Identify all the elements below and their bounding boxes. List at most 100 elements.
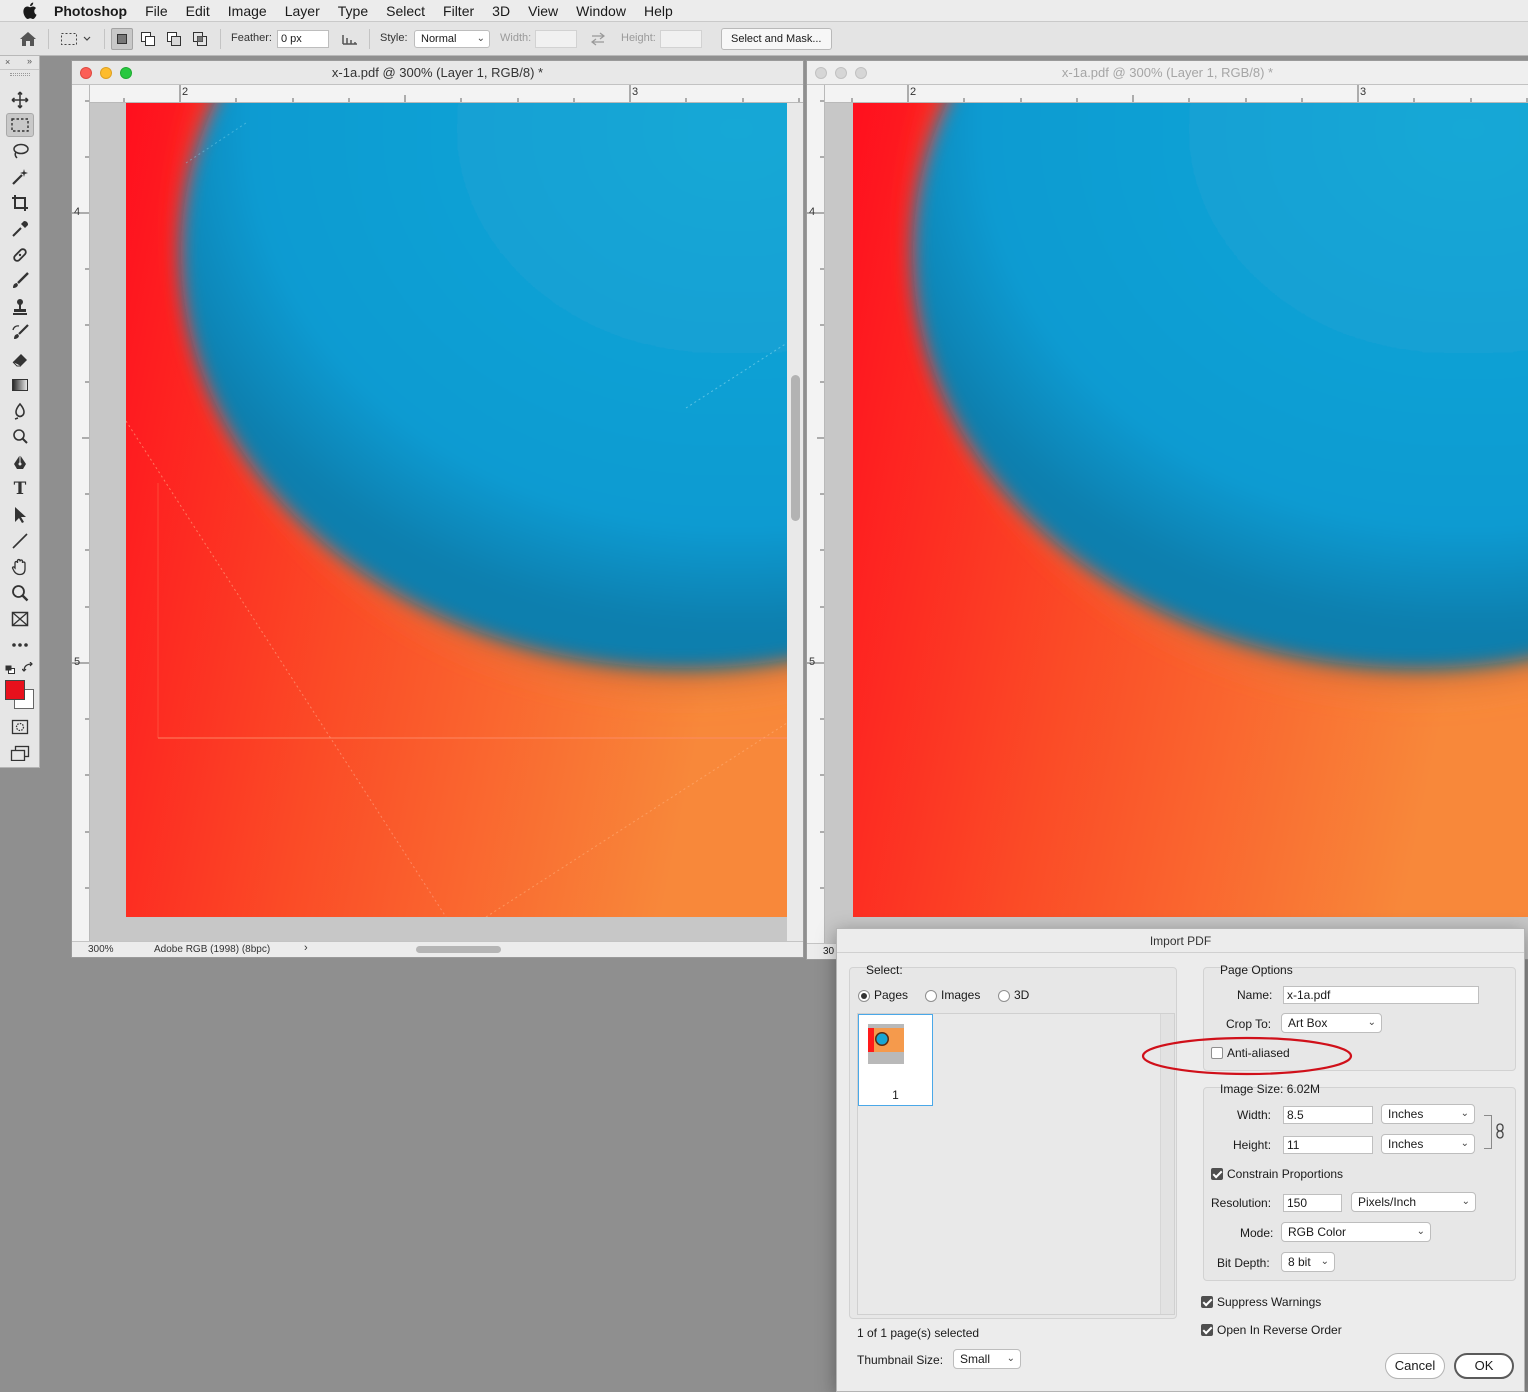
zoom-level[interactable]: 30 xyxy=(823,946,834,957)
pen-tool-icon[interactable] xyxy=(6,451,34,475)
menu-edit[interactable]: Edit xyxy=(177,0,219,22)
name-input[interactable]: x-1a.pdf xyxy=(1283,986,1479,1004)
reverse-order-checkbox[interactable] xyxy=(1201,1324,1213,1336)
horizontal-scroll-thumb[interactable] xyxy=(416,946,501,953)
magic-wand-tool-icon[interactable] xyxy=(6,165,34,189)
eyedropper-tool-icon[interactable] xyxy=(6,217,34,241)
move-tool-icon[interactable] xyxy=(6,88,34,112)
quick-mask-icon[interactable] xyxy=(6,715,34,739)
close-window-icon[interactable] xyxy=(80,67,92,79)
minimize-window-icon[interactable] xyxy=(835,67,847,79)
foreground-color-swatch[interactable] xyxy=(5,680,25,700)
suppress-warnings-label[interactable]: Suppress Warnings xyxy=(1217,1295,1321,1309)
menu-app-name[interactable]: Photoshop xyxy=(52,0,136,22)
document-canvas[interactable] xyxy=(90,103,787,941)
chevron-right-icon[interactable]: › xyxy=(304,942,308,954)
menu-3d[interactable]: 3D xyxy=(483,0,519,22)
images-radio-label[interactable]: Images xyxy=(941,988,980,1002)
add-to-selection-icon[interactable] xyxy=(137,28,159,50)
close-icon[interactable]: × xyxy=(5,57,10,67)
menu-select[interactable]: Select xyxy=(377,0,434,22)
width-input[interactable]: 8.5 xyxy=(1283,1106,1373,1124)
clone-stamp-tool-icon[interactable] xyxy=(6,295,34,319)
menu-view[interactable]: View xyxy=(519,0,567,22)
pages-radio[interactable] xyxy=(858,990,870,1002)
feather-input[interactable]: 0 px xyxy=(277,30,329,48)
suppress-warnings-checkbox[interactable] xyxy=(1201,1296,1213,1308)
collapse-icon[interactable]: » xyxy=(27,56,32,66)
new-selection-icon[interactable] xyxy=(111,28,133,50)
history-brush-tool-icon[interactable] xyxy=(6,321,34,345)
constrain-proportions-label[interactable]: Constrain Proportions xyxy=(1227,1167,1343,1181)
pages-radio-label[interactable]: Pages xyxy=(874,988,908,1002)
3d-radio[interactable] xyxy=(998,990,1010,1002)
bit-depth-select[interactable]: 8 bit ⌄ xyxy=(1281,1252,1335,1272)
menu-filter[interactable]: Filter xyxy=(434,0,483,22)
eraser-tool-icon[interactable] xyxy=(6,347,34,371)
more-tools-icon[interactable] xyxy=(6,633,34,657)
horizontal-ruler[interactable]: 2 3 xyxy=(825,85,1528,103)
vertical-scrollbar[interactable] xyxy=(787,103,803,941)
crop-to-select[interactable]: Art Box ⌄ xyxy=(1281,1013,1382,1033)
home-icon[interactable] xyxy=(17,28,39,50)
menu-file[interactable]: File xyxy=(136,0,177,22)
type-tool-icon[interactable]: T xyxy=(6,477,34,501)
horizontal-ruler[interactable]: 2 3 xyxy=(90,85,803,103)
grip-icon[interactable] xyxy=(10,73,30,76)
document-canvas[interactable] xyxy=(825,103,1528,945)
minimize-window-icon[interactable] xyxy=(100,67,112,79)
resolution-unit-select[interactable]: Pixels/Inch ⌄ xyxy=(1351,1192,1476,1212)
screen-mode-icon[interactable] xyxy=(6,741,34,765)
zoom-window-icon[interactable] xyxy=(120,67,132,79)
mode-select[interactable]: RGB Color ⌄ xyxy=(1281,1222,1431,1242)
vertical-ruler[interactable]: 4 5 xyxy=(807,85,825,945)
menu-layer[interactable]: Layer xyxy=(276,0,329,22)
select-and-mask-button[interactable]: Select and Mask... xyxy=(721,28,832,50)
zoom-level[interactable]: 300% xyxy=(88,944,114,955)
3d-radio-label[interactable]: 3D xyxy=(1014,988,1029,1002)
subtract-from-selection-icon[interactable] xyxy=(163,28,185,50)
healing-brush-tool-icon[interactable] xyxy=(6,243,34,267)
lasso-tool-icon[interactable] xyxy=(6,139,34,163)
intersect-selection-icon[interactable] xyxy=(189,28,211,50)
height-unit-select[interactable]: Inches ⌄ xyxy=(1381,1134,1475,1154)
menu-type[interactable]: Type xyxy=(329,0,377,22)
constrain-proportions-checkbox[interactable] xyxy=(1211,1168,1223,1180)
menu-window[interactable]: Window xyxy=(567,0,635,22)
document-title-bar[interactable]: x-1a.pdf @ 300% (Layer 1, RGB/8) * xyxy=(72,61,803,85)
images-radio[interactable] xyxy=(925,990,937,1002)
chevron-down-icon[interactable] xyxy=(80,28,94,50)
height-input[interactable] xyxy=(660,30,702,48)
swap-icon[interactable] xyxy=(587,28,609,50)
apple-icon[interactable] xyxy=(18,2,40,19)
thumbnail-size-select[interactable]: Small ⌄ xyxy=(953,1349,1021,1369)
brush-tool-icon[interactable] xyxy=(6,269,34,293)
hand-tool-icon[interactable] xyxy=(6,555,34,579)
marquee-preset-icon[interactable] xyxy=(58,28,80,50)
blur-tool-icon[interactable] xyxy=(6,399,34,423)
swap-colors-icon[interactable] xyxy=(21,661,34,673)
color-profile[interactable]: Adobe RGB (1998) (8bpc) xyxy=(154,944,270,955)
default-colors-icon[interactable] xyxy=(5,663,15,674)
close-window-icon[interactable] xyxy=(815,67,827,79)
height-input[interactable]: 11 xyxy=(1283,1136,1373,1154)
reverse-order-label[interactable]: Open In Reverse Order xyxy=(1217,1323,1342,1337)
zoom-tool-icon[interactable] xyxy=(6,581,34,605)
frame-tool-icon[interactable] xyxy=(6,607,34,631)
line-tool-icon[interactable] xyxy=(6,529,34,553)
vertical-ruler[interactable]: 4 5 xyxy=(72,85,90,941)
rect-marquee-tool-icon[interactable] xyxy=(6,113,34,137)
document-title-bar[interactable]: x-1a.pdf @ 300% (Layer 1, RGB/8) * xyxy=(807,61,1528,85)
menu-help[interactable]: Help xyxy=(635,0,682,22)
path-selection-tool-icon[interactable] xyxy=(6,503,34,527)
width-input[interactable] xyxy=(535,30,577,48)
style-select[interactable]: Normal ⌄ xyxy=(414,30,490,48)
zoom-window-icon[interactable] xyxy=(855,67,867,79)
cancel-button[interactable]: Cancel xyxy=(1385,1353,1445,1379)
gradient-tool-icon[interactable] xyxy=(6,373,34,397)
width-unit-select[interactable]: Inches ⌄ xyxy=(1381,1104,1475,1124)
ok-button[interactable]: OK xyxy=(1454,1353,1514,1379)
link-icon[interactable] xyxy=(1495,1123,1507,1139)
resolution-input[interactable]: 150 xyxy=(1283,1194,1342,1212)
crop-tool-icon[interactable] xyxy=(6,191,34,215)
